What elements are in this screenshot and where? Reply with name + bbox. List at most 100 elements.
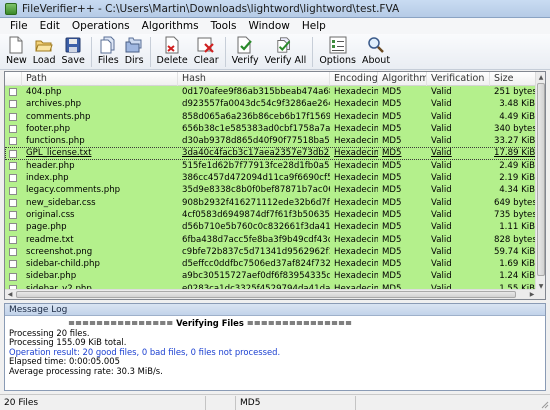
cell-verification: Valid <box>431 123 452 134</box>
about-button[interactable]: About <box>359 34 393 68</box>
horizontal-scrollbar[interactable]: ◀ ▶ <box>5 289 537 299</box>
cell-size: 17.89 KiB <box>494 148 536 159</box>
menu-file[interactable]: File <box>4 20 34 32</box>
new-button[interactable]: New <box>3 34 30 68</box>
cell-size: 649 bytes <box>494 197 537 208</box>
cell-verification: Valid <box>431 209 452 220</box>
table-row[interactable]: GPL_license.txt 3da40c4facb3c17aea2357e73… <box>5 147 537 160</box>
row-checkbox[interactable] <box>9 112 17 121</box>
cell-encoding: Hexadecimal <box>334 259 378 270</box>
table-row[interactable]: comments.php 858d065a6a236b86ceb6b17f1569… <box>5 110 537 123</box>
row-checkbox[interactable] <box>9 88 17 97</box>
row-checkbox[interactable] <box>9 211 17 220</box>
dirs-button[interactable]: Dirs <box>122 34 147 68</box>
clear-icon <box>197 36 215 54</box>
clear-button[interactable]: Clear <box>191 34 222 68</box>
message-log-title: Message Log <box>5 304 545 316</box>
table-row[interactable]: legacy.comments.php 35d9e8338c8b0f0bef878… <box>5 184 537 197</box>
cell-hash: 515fe1d62b7f77913fce28d1fb0a51b9 <box>182 160 330 171</box>
load-button[interactable]: Load <box>30 34 59 68</box>
table-row[interactable]: footer.php 656b38c1e585383ad0cbf1758a7ac3… <box>5 122 537 136</box>
table-row[interactable]: sidebar.php a9bc30515727aef0df6f83954335d… <box>5 270 537 283</box>
table-row[interactable]: sidebar-child.php d5effcc0ddfbc7506ed37af… <box>5 258 537 271</box>
row-checkbox[interactable] <box>9 137 17 146</box>
header-verification[interactable]: Verification <box>427 72 490 86</box>
cell-verification: Valid <box>431 259 452 270</box>
cell-hash: 3da40c4facb3c17aea2357e73db21ca4 <box>182 148 330 159</box>
vertical-scroll-thumb[interactable] <box>537 83 545 276</box>
scroll-up-icon[interactable]: ▲ <box>536 72 545 82</box>
row-checkbox[interactable] <box>9 272 17 281</box>
resize-grip-icon[interactable] <box>539 399 549 409</box>
verify-button[interactable]: Verify <box>229 34 262 68</box>
scroll-left-icon[interactable]: ◀ <box>5 290 15 299</box>
cell-verification: Valid <box>431 197 452 208</box>
row-checkbox[interactable] <box>9 186 17 195</box>
cell-hash: 908b2932f416271112ede32b6d7f6ba7 <box>182 197 330 208</box>
menu-edit[interactable]: Edit <box>34 20 66 32</box>
table-row[interactable]: new_sidebar.css 908b2932f416271112ede32b6… <box>5 196 537 209</box>
table-row[interactable]: header.php 515fe1d62b7f77913fce28d1fb0a51… <box>5 159 537 173</box>
header-path[interactable]: Path <box>22 72 178 86</box>
verify-all-button[interactable]: Verify All <box>262 34 310 68</box>
header-encoding[interactable]: Encoding <box>330 72 378 86</box>
header-check[interactable] <box>5 72 22 86</box>
row-checkbox-cell <box>5 221 22 233</box>
cell-algorithm: MD5 <box>382 271 402 282</box>
row-checkbox[interactable] <box>9 260 17 269</box>
cell-encoding: Hexadecimal <box>334 271 378 282</box>
cell-path: readme.txt <box>26 234 74 245</box>
cell-verification: Valid <box>431 87 452 97</box>
menu-window[interactable]: Window <box>242 20 295 32</box>
row-checkbox[interactable] <box>9 198 17 207</box>
table-row[interactable]: 404.php 0d170afee9f86ab315bbeab474a689d5 H… <box>5 86 537 99</box>
row-checkbox[interactable] <box>9 174 17 183</box>
new-file-icon <box>7 36 25 54</box>
vertical-scrollbar[interactable]: ▲ ▼ <box>535 72 545 291</box>
header-algorithm[interactable]: Algorithm <box>378 72 427 86</box>
row-checkbox[interactable] <box>9 125 17 134</box>
cell-hash: a9bc30515727aef0df6f83954335d46 <box>182 271 330 282</box>
cell-encoding: Hexadecimal <box>334 136 378 147</box>
open-folder-icon <box>35 36 53 54</box>
cell-hash: d923557fa0043dc54c9f3286ae264c03 <box>182 99 330 110</box>
toolbar-separator <box>149 37 151 67</box>
menu-tools[interactable]: Tools <box>205 20 243 32</box>
row-checkbox[interactable] <box>9 100 17 109</box>
cell-encoding: Hexadecimal <box>334 185 378 196</box>
file-list[interactable]: Path Hash Encoding Algorithm Verificatio… <box>4 71 546 300</box>
menu-algorithms[interactable]: Algorithms <box>136 20 205 32</box>
row-checkbox[interactable] <box>9 223 17 232</box>
row-checkbox-cell <box>5 111 22 123</box>
row-checkbox[interactable] <box>9 248 17 256</box>
row-checkbox[interactable] <box>9 235 17 244</box>
save-button[interactable]: Save <box>59 34 88 68</box>
cell-path: original.css <box>26 209 75 220</box>
cell-verification: Valid <box>431 246 452 257</box>
row-checkbox[interactable] <box>9 149 17 158</box>
table-row[interactable]: archives.php d923557fa0043dc54c9f3286ae26… <box>5 98 537 111</box>
options-button[interactable]: Options <box>316 34 359 68</box>
table-row[interactable]: screenshot.png c9bfe72b837c5d71341d956296… <box>5 245 537 259</box>
header-hash[interactable]: Hash <box>178 72 330 86</box>
row-checkbox-cell <box>5 270 22 282</box>
table-row[interactable]: index.php 386cc457d472094d11ca9f6690cf5ae… <box>5 172 537 185</box>
table-row[interactable]: original.css 4cf0583d6949874df7f61f3b5063… <box>5 208 537 222</box>
menu-help[interactable]: Help <box>296 20 332 32</box>
window-title: FileVerifier++ - C:\Users\Martin\Downloa… <box>22 2 400 15</box>
row-checkbox[interactable] <box>9 161 17 170</box>
horizontal-scroll-thumb[interactable] <box>16 291 516 298</box>
table-row[interactable]: page.php d56b710e5b760c0c832661f3da41e4ac… <box>5 221 537 234</box>
table-row[interactable]: readme.txt 6fba438d7acc5fe8ba3f9b49cdf43d… <box>5 233 537 246</box>
status-algorithm: MD5 <box>236 395 356 410</box>
cell-size: 33.27 KiB <box>494 136 536 147</box>
menu-operations[interactable]: Operations <box>66 20 136 32</box>
cell-hash: d56b710e5b760c0c832661f3da41e4ac <box>182 222 330 233</box>
cell-algorithm: MD5 <box>382 87 402 97</box>
delete-button[interactable]: Delete <box>154 34 191 68</box>
header-size[interactable]: Size <box>490 72 537 86</box>
table-row[interactable]: functions.php d30ab9378d865d40f90f77518ba… <box>5 135 537 148</box>
cell-size: 4.49 KiB <box>499 111 535 122</box>
message-log-panel: Message Log =============== Verifying Fi… <box>4 303 546 391</box>
files-button[interactable]: Files <box>95 34 122 68</box>
